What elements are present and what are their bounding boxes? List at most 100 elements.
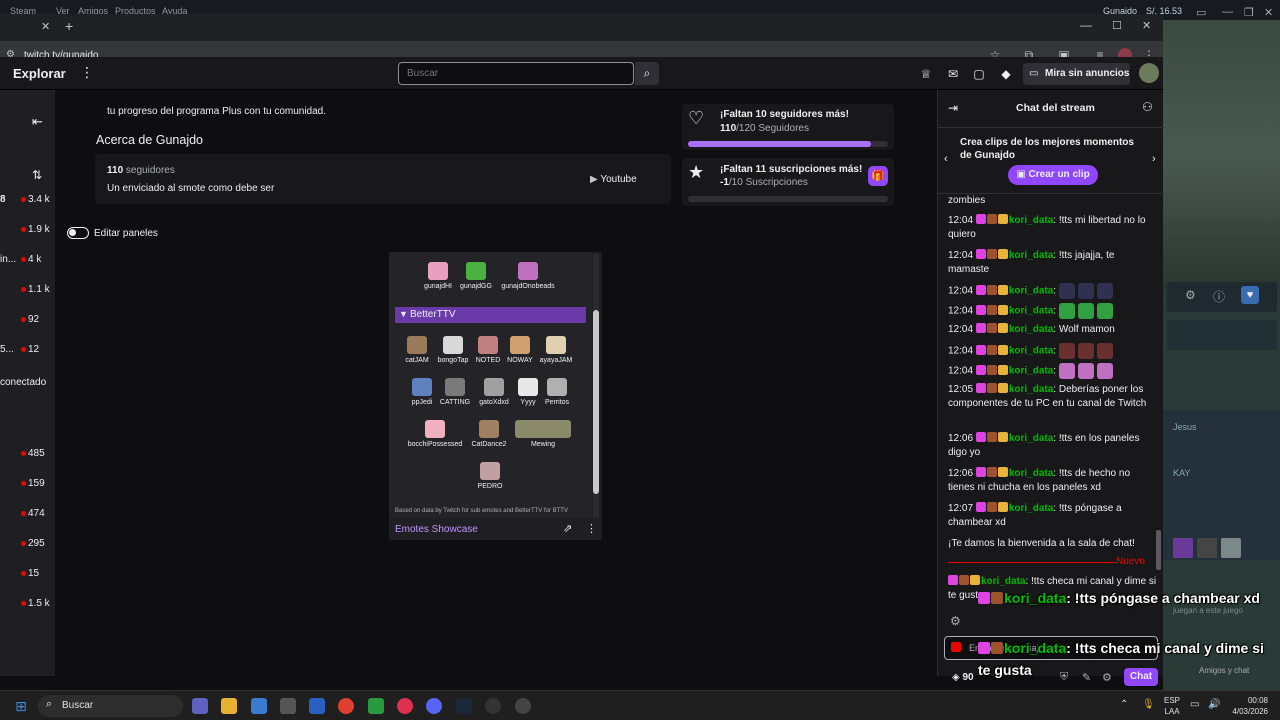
youtube-link[interactable]: ▶ Youtube <box>590 174 637 185</box>
new-tab-icon[interactable]: + <box>65 18 73 34</box>
collapse-chat-icon[interactable]: ⇥ <box>948 101 958 115</box>
mic-icon[interactable]: 🎙 <box>1142 699 1155 710</box>
create-clip-button[interactable]: ▣ Crear un clip <box>1008 165 1098 185</box>
search-field[interactable] <box>398 62 634 85</box>
windows-taskbar: ⊞ ⌕ Buscar ⌃ 🎙 ESP LAA ▭ 🔊 00:08 4/03/2026 <box>0 690 1280 720</box>
chat-message: 12:04 kori_data: Wolf mamon <box>948 323 1115 335</box>
chat-scrollbar[interactable] <box>1156 530 1161 570</box>
app-icon[interactable] <box>309 698 325 714</box>
chrome-icon[interactable] <box>338 698 354 714</box>
explore-link[interactable]: Explorar <box>13 66 66 81</box>
emote-item[interactable]: PEDRO <box>459 462 521 490</box>
chevron-left-icon[interactable]: ‹ <box>944 153 948 165</box>
close-window-icon[interactable]: ✕ <box>1142 19 1151 32</box>
emote-item[interactable]: ayayaJAM <box>525 336 587 364</box>
file-explorer-icon[interactable] <box>221 698 237 714</box>
subs-goal: ★ ¡Faltan 11 suscripciones más! -1/10 Su… <box>682 158 894 206</box>
notifications-icon[interactable]: ▢ <box>971 66 987 82</box>
inbox-icon[interactable]: ✉ <box>945 66 961 82</box>
steam-gear-icon[interactable]: ⚙ <box>1185 288 1196 302</box>
maximize-icon[interactable]: ☐ <box>1112 19 1122 32</box>
scrollbar-thumb[interactable] <box>593 310 599 494</box>
language-indicator[interactable]: ESP LAA <box>1164 695 1180 717</box>
recording-icon[interactable] <box>397 698 413 714</box>
steam-friend-avatar[interactable] <box>1221 538 1241 558</box>
user-avatar[interactable] <box>1139 63 1159 83</box>
emote-item[interactable]: bocchiPossessed <box>404 420 466 448</box>
bits-icon[interactable]: ◆ <box>998 66 1014 82</box>
steam-friend-avatar[interactable] <box>1197 538 1217 558</box>
emote-item[interactable]: gunajdOnobeads <box>497 262 559 290</box>
chat-header: ⇥ Chat del stream ⚇ <box>938 90 1164 128</box>
extension-menu-icon[interactable]: ⋮ <box>586 522 597 535</box>
chevron-right-icon[interactable]: › <box>1152 153 1156 165</box>
emotes-showcase-link[interactable]: Emotes Showcase <box>395 524 478 535</box>
clock[interactable]: 00:08 4/03/2026 <box>1230 695 1268 717</box>
steam-friend-avatar[interactable] <box>1173 538 1193 558</box>
chat-message: 12:04 kori_data: <box>948 283 1158 299</box>
scrollbar[interactable] <box>593 254 599 518</box>
windows-start-icon[interactable]: ⊞ <box>13 698 29 714</box>
search-button[interactable]: ⌕ <box>635 62 659 85</box>
app-icon[interactable] <box>485 698 501 714</box>
bio: Un enviciado al smote como debe ser <box>107 183 275 194</box>
emotes-showcase-panel: gunajdHI gunajdGG gunajdOnobeads ▼ Bette… <box>389 252 602 540</box>
settings-app-icon[interactable] <box>515 698 531 714</box>
emote-item[interactable]: Perritos <box>526 378 588 406</box>
turbo-icon: ▭ <box>1029 68 1039 79</box>
steam-close-icon[interactable]: ✕ <box>1264 6 1273 19</box>
twitch-top-nav: Explorar ⋮ ⌕ ♕ ✉ ▢ ◆ ▭ Mira sin anuncios <box>0 57 1163 90</box>
chat-message: 12:04 kori_data: <box>948 363 1158 379</box>
channel-points[interactable]: ◈ 90 <box>952 672 974 683</box>
minimize-icon[interactable]: — <box>1080 18 1092 32</box>
steam-heart-icon[interactable]: ♥ <box>1241 286 1259 304</box>
app-icon[interactable] <box>280 698 296 714</box>
search-icon: ⌕ <box>643 66 651 80</box>
taskbar-search[interactable]: ⌕ Buscar <box>38 695 183 717</box>
steam-minimize-icon[interactable]: — <box>1222 6 1233 18</box>
collapse-rail-icon[interactable]: ⇤ <box>32 114 43 130</box>
turbo-label: Mira sin anuncios <box>1045 68 1130 79</box>
copilot-icon[interactable] <box>192 698 208 714</box>
more-menu-icon[interactable]: ⋮ <box>80 64 94 81</box>
steam-monitor-icon[interactable]: ▭ <box>1196 6 1206 19</box>
edit-panels-toggle[interactable] <box>67 227 89 239</box>
volume-icon[interactable]: 🔊 <box>1208 699 1220 710</box>
settings-icon[interactable]: ⚙ <box>950 614 961 628</box>
chat-message: 12:06 kori_data: !tts en los paneles dig… <box>948 432 1140 458</box>
emote-item[interactable]: CatDance2 <box>458 420 520 448</box>
steam-info-icon[interactable]: ⓘ <box>1213 288 1225 305</box>
popout-icon[interactable]: ⇗ <box>563 522 572 535</box>
new-divider <box>948 562 1116 563</box>
bttv-section-header[interactable]: ▼ BetterTTV <box>395 307 586 323</box>
discord-icon[interactable] <box>426 698 442 714</box>
followers-count: 110 seguidores <box>107 165 175 176</box>
followers-progress-fill <box>688 141 872 147</box>
store-icon[interactable] <box>251 698 267 714</box>
gift-sub-button[interactable]: 🎁 <box>868 166 888 186</box>
clip-promo: ‹ Crea clips de los mejores momentos de … <box>938 128 1164 194</box>
edit-panels-label: Editar paneles <box>94 228 158 239</box>
clip-icon: ▣ <box>1016 169 1029 180</box>
steam-fragment-jesus: Jesus <box>1173 422 1197 432</box>
plus-panel: tu progreso del programa Plus con tu com… <box>95 90 671 126</box>
search-icon: ⌕ <box>46 698 53 710</box>
network-icon[interactable]: ▭ <box>1190 699 1199 710</box>
crown-icon[interactable]: ♕ <box>918 66 934 82</box>
followers-goal-title: ¡Faltan 10 seguidores más! <box>720 109 849 120</box>
emote-item[interactable]: Mewing <box>512 420 574 448</box>
chat-message: 12:06 kori_data: !tts de hecho no tienes… <box>948 467 1131 493</box>
sort-icon[interactable]: ⇅ <box>32 168 42 182</box>
steam-restore-icon[interactable]: ❐ <box>1244 6 1254 19</box>
search-input[interactable] <box>407 68 607 79</box>
minecraft-icon[interactable] <box>368 698 384 714</box>
points-icon: ◈ <box>952 672 960 683</box>
close-tab-icon[interactable]: ✕ <box>41 20 50 33</box>
new-label: Nuevo <box>1116 556 1145 567</box>
community-icon[interactable]: ⚇ <box>1142 100 1153 114</box>
steam-icon[interactable] <box>456 698 472 714</box>
turbo-button[interactable]: ▭ Mira sin anuncios <box>1023 63 1130 85</box>
tab-bar: ✕ + — ☐ ✕ <box>0 14 1163 41</box>
tray-chevron-icon[interactable]: ⌃ <box>1120 699 1128 710</box>
followers-goal: ♡ ¡Faltan 10 seguidores más! 110/120 Seg… <box>682 104 894 150</box>
